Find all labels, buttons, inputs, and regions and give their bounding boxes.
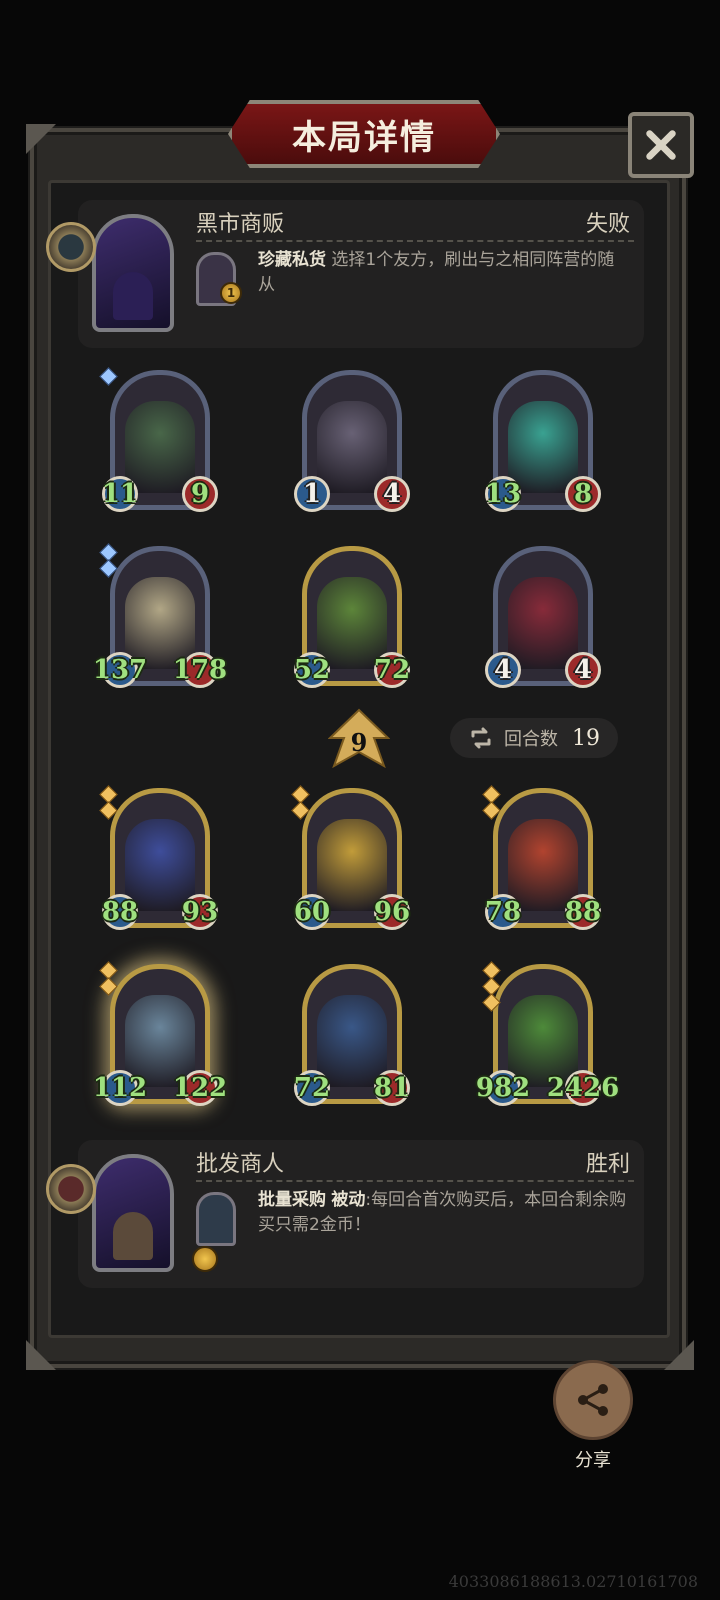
- attack-value: 88: [101, 897, 139, 927]
- health-stat: 2426: [547, 1070, 619, 1106]
- attack-stat: 60: [294, 894, 330, 930]
- health-value: 4: [573, 655, 593, 685]
- minion-card[interactable]: 13 8: [485, 366, 601, 516]
- health-value: 81: [373, 1073, 411, 1103]
- minion-card[interactable]: 11 9: [99, 366, 218, 516]
- health-stat: 72: [374, 652, 410, 688]
- player-panel: 批发商人 胜利 批量采购 被动:每回合首次购买后，本回合剩余购买只需2金币！: [46, 1140, 644, 1288]
- health-value: 8: [573, 479, 593, 509]
- health-value: 122: [172, 1073, 228, 1103]
- health-stat: 178: [173, 652, 227, 688]
- attack-value: 112: [92, 1073, 148, 1103]
- attack-value: 78: [484, 897, 522, 927]
- attack-value: 13: [484, 479, 522, 509]
- round-counter: 回合数 19: [450, 718, 618, 758]
- minion-card[interactable]: 52 72: [294, 542, 410, 692]
- health-stat: 93: [182, 894, 218, 930]
- attack-stat: 4: [485, 652, 521, 688]
- dialog-title: 本局详情: [292, 117, 436, 158]
- attack-stat: 88: [102, 894, 138, 930]
- attack-stat: 1: [294, 476, 330, 512]
- opponent-hero-portrait[interactable]: [92, 214, 174, 332]
- health-stat: 122: [173, 1070, 227, 1106]
- tavern-level-value: 9: [350, 728, 368, 757]
- attack-value: 52: [293, 655, 331, 685]
- close-icon: [646, 130, 676, 160]
- attack-value: 11: [101, 479, 139, 509]
- health-value: 2426: [546, 1073, 620, 1103]
- attack-stat: 52: [294, 652, 330, 688]
- player-result: 胜利: [585, 1152, 630, 1177]
- round-label: 回合数: [504, 729, 558, 750]
- player-skill-tag: 被动: [331, 1190, 366, 1210]
- health-value: 178: [172, 655, 228, 685]
- minion-card[interactable]: 60 96: [291, 784, 410, 934]
- divider: [196, 1180, 634, 1182]
- share-button[interactable]: [553, 1360, 633, 1440]
- minion-card[interactable]: 78 88: [482, 784, 601, 934]
- attack-value: 137: [92, 655, 148, 685]
- player-hero-name: 批发商人: [196, 1152, 285, 1177]
- title-plate: 本局详情: [228, 100, 500, 168]
- opponent-result: 失败: [585, 212, 630, 237]
- health-value: 4: [382, 479, 402, 509]
- minion-card[interactable]: 88 93: [99, 784, 218, 934]
- share-icon: [578, 1384, 608, 1416]
- player-hero-portrait[interactable]: [92, 1154, 174, 1272]
- health-value: 88: [564, 897, 602, 927]
- build-info: 4033086188613.02710161708: [448, 1572, 698, 1591]
- health-stat: 81: [374, 1070, 410, 1106]
- close-button[interactable]: [628, 112, 694, 178]
- health-stat: 96: [374, 894, 410, 930]
- minion-card[interactable]: 72 81: [294, 960, 410, 1110]
- player-skill-icon[interactable]: [196, 1192, 236, 1246]
- pocket-watch-icon: [46, 222, 96, 272]
- health-stat: 9: [182, 476, 218, 512]
- health-stat: 4: [374, 476, 410, 512]
- share-label: 分享: [575, 1450, 611, 1471]
- attack-value: 1: [302, 479, 322, 509]
- opponent-skill-text: 珍藏私货 选择1个友方，刷出与之相同阵营的随从: [258, 248, 628, 298]
- attack-stat: 72: [294, 1070, 330, 1106]
- minion-card[interactable]: 137 178: [93, 542, 227, 692]
- round-value: 19: [572, 725, 600, 751]
- attack-value: 4: [493, 655, 513, 685]
- tavern-level: 9: [328, 708, 390, 768]
- attack-stat: 112: [93, 1070, 147, 1106]
- minion-card[interactable]: 112 122: [93, 960, 227, 1110]
- pocket-watch-icon: [46, 1164, 96, 1214]
- health-value: 96: [373, 897, 411, 927]
- player-skill-name: 批量采购: [258, 1190, 326, 1210]
- health-value: 9: [190, 479, 210, 509]
- attack-stat: 78: [485, 894, 521, 930]
- attack-stat: 11: [102, 476, 138, 512]
- health-value: 72: [373, 655, 411, 685]
- divider: [196, 240, 634, 242]
- attack-value: 60: [293, 897, 331, 927]
- health-stat: 88: [565, 894, 601, 930]
- refresh-icon: [471, 727, 491, 749]
- health-stat: 4: [565, 652, 601, 688]
- minion-card[interactable]: 982 2426: [476, 960, 619, 1110]
- opponent-panel: 黑市商贩 失败 1 珍藏私货 选择1个友方，刷出与之相同阵营的随从: [46, 200, 644, 348]
- opponent-skill-name: 珍藏私货: [258, 250, 326, 270]
- player-skill-text: 批量采购 被动:每回合首次购买后，本回合剩余购买只需2金币！: [258, 1188, 628, 1238]
- health-stat: 8: [565, 476, 601, 512]
- attack-stat: 982: [476, 1070, 530, 1106]
- attack-value: 72: [293, 1073, 331, 1103]
- passive-icon: [192, 1246, 218, 1272]
- attack-value: 982: [475, 1073, 531, 1103]
- opponent-hero-name: 黑市商贩: [196, 212, 285, 237]
- minion-card[interactable]: 44: [485, 542, 601, 692]
- minion-card[interactable]: 14: [294, 366, 410, 516]
- coin-icon: 1: [220, 282, 242, 304]
- attack-stat: 13: [485, 476, 521, 512]
- health-value: 93: [181, 897, 219, 927]
- attack-stat: 137: [93, 652, 147, 688]
